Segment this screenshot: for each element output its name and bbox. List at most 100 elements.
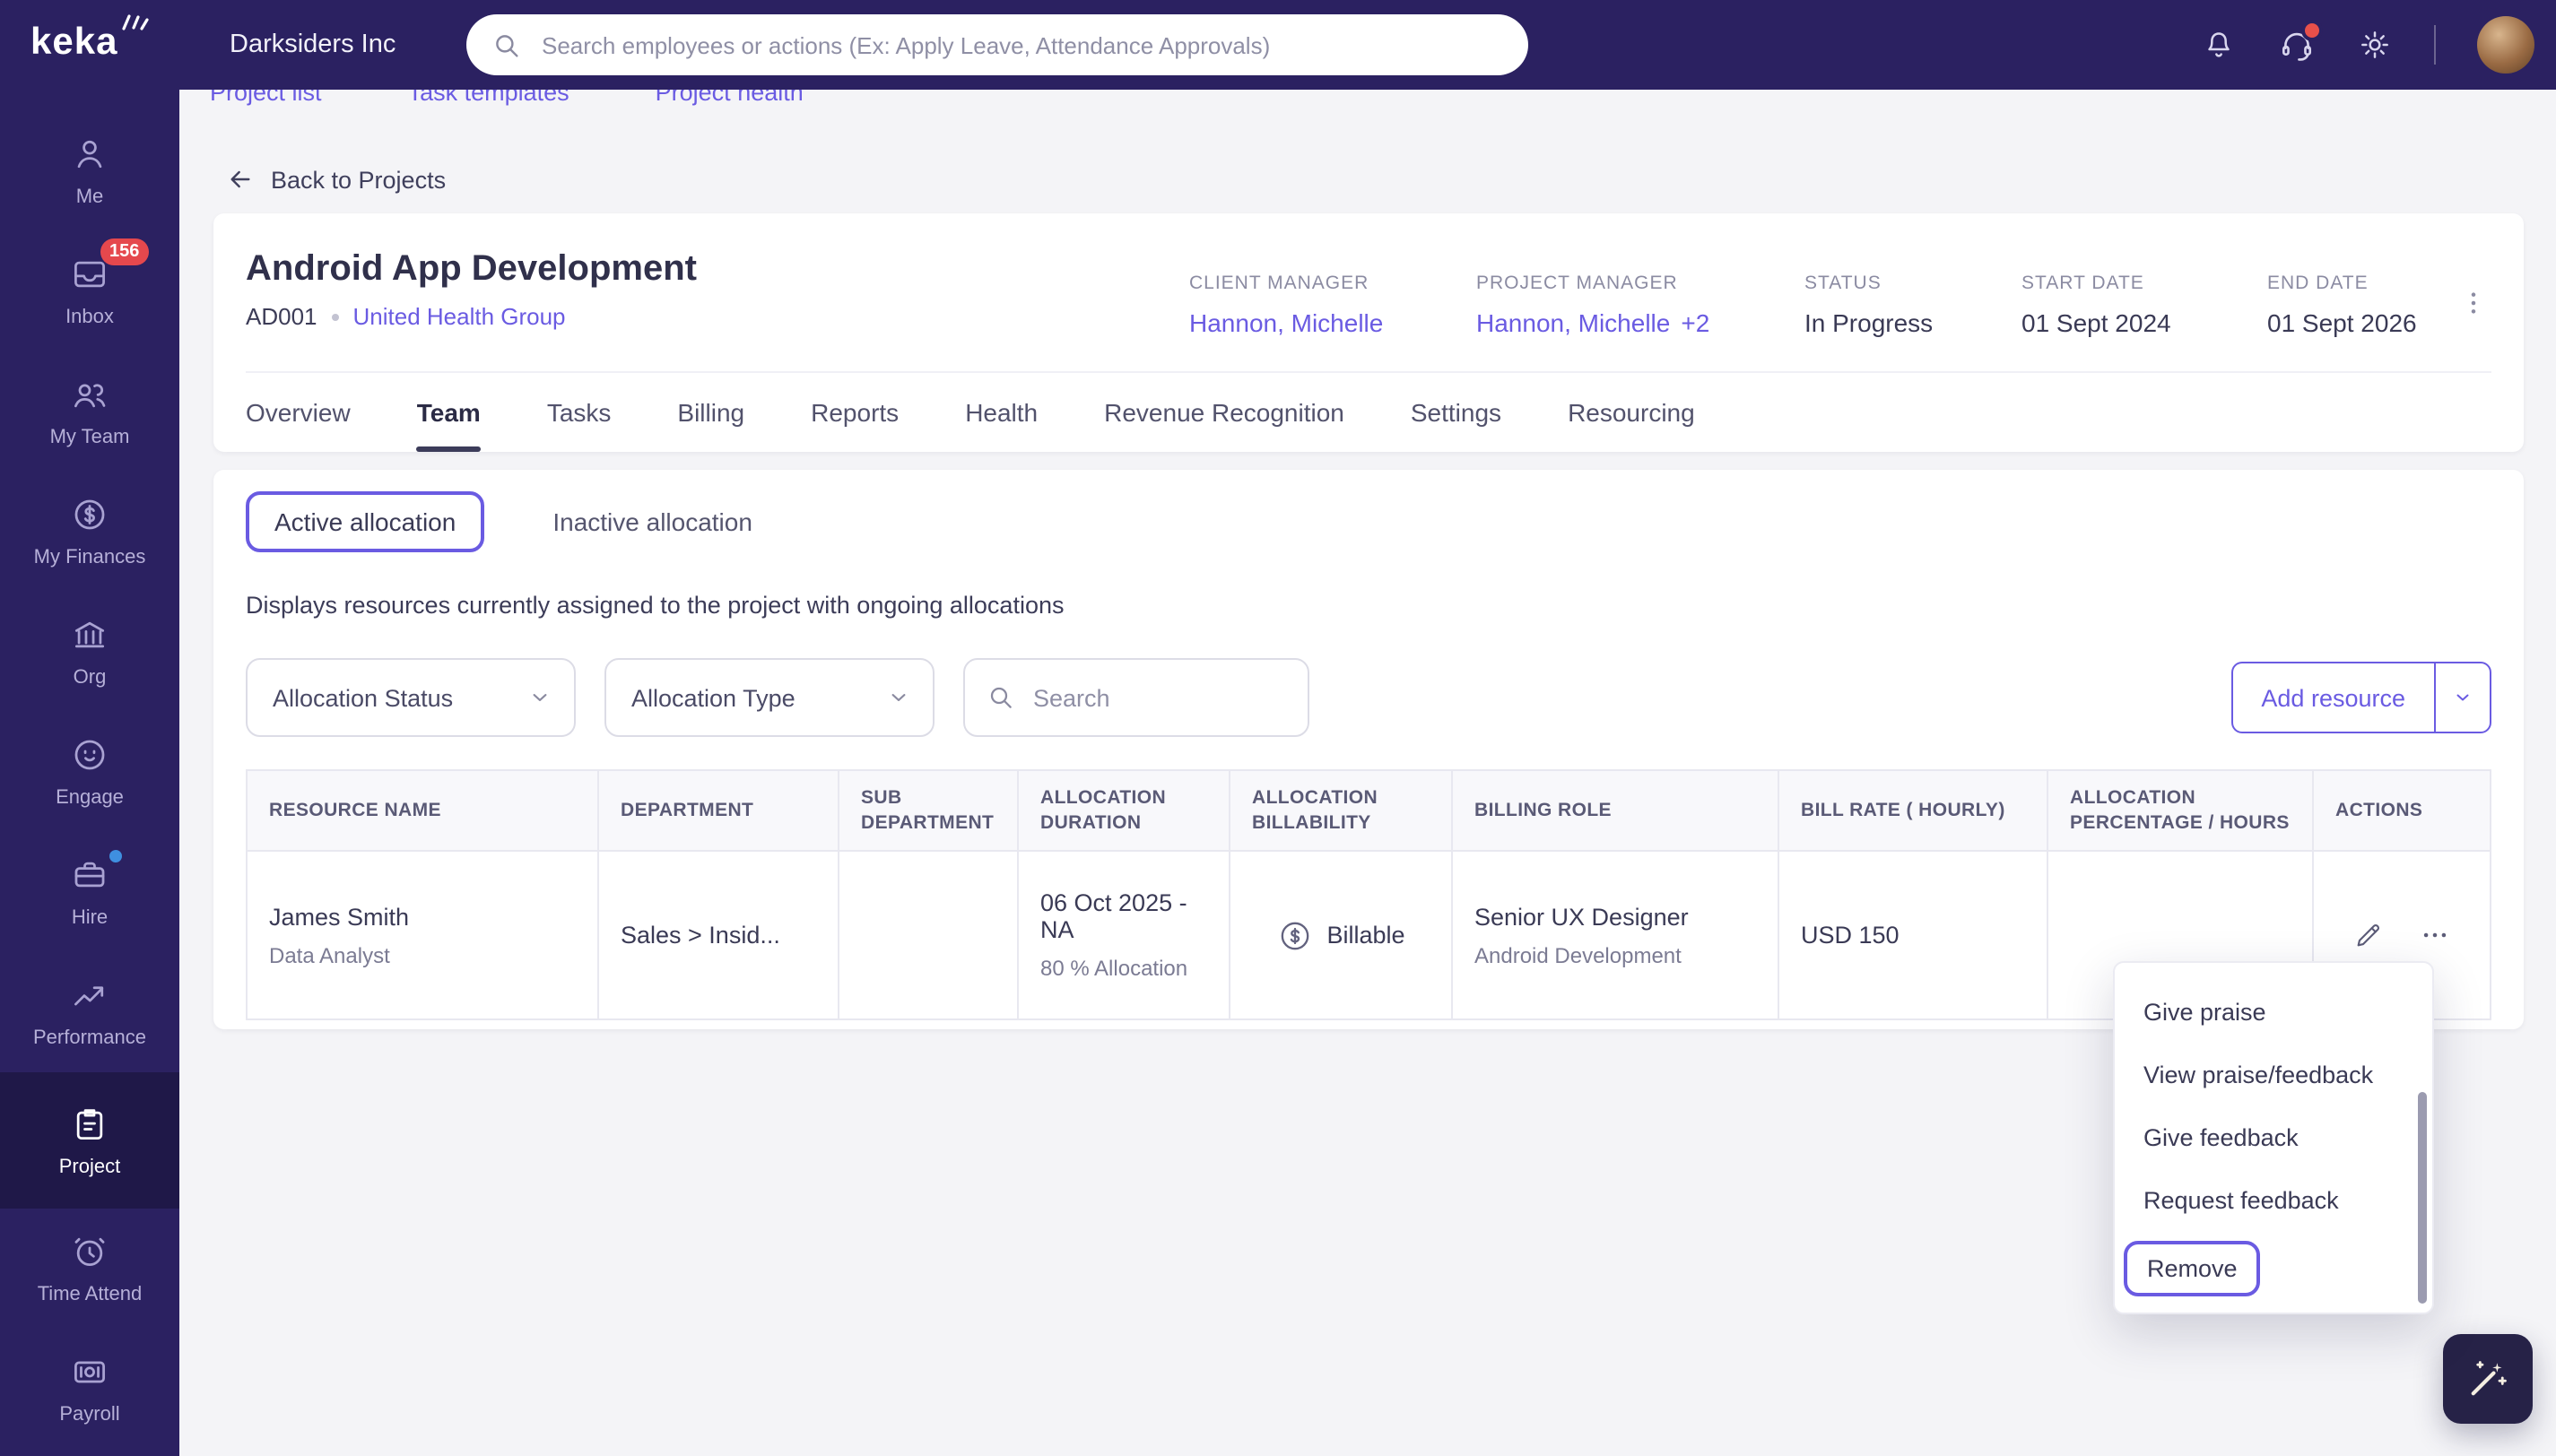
cell-billability: Billable bbox=[1230, 852, 1453, 1018]
sidebar-item-performance[interactable]: Performance bbox=[0, 952, 179, 1072]
tab-resourcing[interactable]: Resourcing bbox=[1568, 373, 1695, 452]
pencil-icon bbox=[2357, 923, 2380, 947]
cell-billing-role: Senior UX Designer Android Development bbox=[1453, 852, 1779, 1018]
helpdesk-button[interactable] bbox=[2278, 19, 2323, 64]
project-manager-link[interactable]: Hannon, Michelle bbox=[1476, 308, 1670, 337]
engage-icon bbox=[70, 735, 109, 775]
tab-health[interactable]: Health bbox=[965, 373, 1038, 452]
keka-logo[interactable]: keka bbox=[30, 14, 149, 68]
more-managers-link[interactable]: +2 bbox=[1681, 308, 1709, 337]
edit-button[interactable] bbox=[2353, 920, 2384, 950]
resource-name[interactable]: James Smith bbox=[269, 903, 409, 930]
sidebar-item-time-attend[interactable]: Time Attend bbox=[0, 1209, 179, 1329]
logo-rays-icon bbox=[120, 11, 149, 32]
sidebar-item-my-team[interactable]: My Team bbox=[0, 351, 179, 472]
menu-scrollbar[interactable] bbox=[2418, 1092, 2427, 1304]
field-client-manager: CLIENT MANAGER Hannon, Michelle bbox=[1189, 273, 1383, 337]
allocation-status-select[interactable]: Allocation Status bbox=[246, 658, 576, 737]
sidebar-item-my-finances[interactable]: My Finances bbox=[0, 472, 179, 592]
tab-team[interactable]: Team bbox=[416, 373, 481, 452]
project-options-button[interactable] bbox=[2452, 282, 2495, 325]
global-search-input[interactable] bbox=[538, 30, 1503, 60]
sidebar-item-label: Engage bbox=[56, 787, 124, 809]
tab-settings[interactable]: Settings bbox=[1411, 373, 1501, 452]
menu-item-give-feedback[interactable]: Give feedback bbox=[2115, 1106, 2432, 1169]
dollar-circle-icon bbox=[1276, 917, 1312, 953]
tab-overview[interactable]: Overview bbox=[246, 373, 351, 452]
bill-rate-value: USD 150 bbox=[1801, 922, 1900, 949]
column-header: ALLOCATION PERCENTAGE / HOURS bbox=[2048, 771, 2314, 850]
add-resource-dropdown-button[interactable] bbox=[2434, 662, 2491, 733]
start-date-value: 01 Sept 2024 bbox=[2021, 308, 2171, 337]
back-link-label: Back to Projects bbox=[271, 166, 447, 193]
inbox-badge: 156 bbox=[100, 238, 149, 265]
team-icon bbox=[70, 375, 109, 414]
field-label: PROJECT MANAGER bbox=[1476, 273, 1678, 294]
field-start-date: START DATE 01 Sept 2024 bbox=[2021, 273, 2171, 337]
brand-name: keka bbox=[30, 22, 118, 63]
dots-horizontal-icon bbox=[2423, 932, 2447, 938]
sidebar-item-label: Time Attend bbox=[37, 1284, 143, 1305]
department-value: Sales > Insid... bbox=[621, 922, 780, 949]
column-header: ALLOCATION DURATION bbox=[1019, 771, 1230, 850]
menu-item-view-praise-feedback[interactable]: View praise/feedback bbox=[2115, 1044, 2432, 1106]
field-project-manager: PROJECT MANAGER Hannon, Michelle +2 bbox=[1476, 273, 1709, 337]
billing-project-value: Android Development bbox=[1474, 942, 1682, 967]
hire-notification-dot bbox=[109, 850, 122, 862]
column-header: BILLING ROLE bbox=[1453, 771, 1779, 850]
allocation-type-select[interactable]: Allocation Type bbox=[604, 658, 935, 737]
sidebar-item-payroll[interactable]: Payroll bbox=[0, 1329, 179, 1449]
avatar[interactable] bbox=[2477, 16, 2534, 74]
search-icon bbox=[491, 30, 522, 60]
filter-row: Allocation Status Allocation Type Search… bbox=[246, 658, 2491, 737]
allocation-status-label: Allocation Status bbox=[273, 684, 454, 711]
cell-resource-name: James Smith Data Analyst bbox=[248, 852, 599, 1018]
remove-label: Remove bbox=[2124, 1240, 2261, 1296]
menu-item-request-feedback[interactable]: Request feedback bbox=[2115, 1169, 2432, 1232]
table-search bbox=[963, 658, 1309, 737]
duration-value: 06 Oct 2025 - NA bbox=[1040, 889, 1187, 943]
ai-assistant-button[interactable] bbox=[2443, 1334, 2533, 1424]
sidebar-item-label: Payroll bbox=[59, 1404, 120, 1426]
cell-allocation-duration: 06 Oct 2025 - NA 80 % Allocation bbox=[1019, 852, 1230, 1018]
tab-revenue-recognition[interactable]: Revenue Recognition bbox=[1104, 373, 1344, 452]
tab-inactive-allocation[interactable]: Inactive allocation bbox=[552, 507, 752, 536]
allocation-description: Displays resources currently assigned to… bbox=[246, 592, 1065, 619]
gear-icon bbox=[2361, 31, 2388, 58]
helpdesk-notification-dot bbox=[2301, 19, 2323, 40]
allocation-percent: 80 % Allocation bbox=[1040, 956, 1188, 981]
status-value: In Progress bbox=[1804, 308, 1934, 337]
sidebar: Me 156 Inbox My Team My Finances Org Eng… bbox=[0, 90, 179, 1456]
menu-item-remove[interactable]: Remove bbox=[2115, 1232, 2432, 1304]
menu-item-give-praise[interactable]: Give praise bbox=[2115, 981, 2432, 1044]
sidebar-item-hire[interactable]: Hire bbox=[0, 832, 179, 952]
tab-active-allocation[interactable]: Active allocation bbox=[246, 491, 485, 552]
settings-button[interactable] bbox=[2357, 27, 2393, 63]
tab-reports[interactable]: Reports bbox=[811, 373, 899, 452]
search-input[interactable] bbox=[1030, 682, 1290, 713]
cell-department: Sales > Insid... bbox=[599, 852, 839, 1018]
sidebar-item-inbox[interactable]: 156 Inbox bbox=[0, 231, 179, 351]
project-meta: AD001 United Health Group bbox=[246, 303, 2524, 330]
tab-tasks[interactable]: Tasks bbox=[547, 373, 612, 452]
client-link[interactable]: United Health Group bbox=[353, 303, 566, 330]
back-to-projects-link[interactable]: Back to Projects bbox=[226, 165, 446, 194]
column-header: DEPARTMENT bbox=[599, 771, 839, 850]
sidebar-item-me[interactable]: Me bbox=[0, 111, 179, 231]
sidebar-item-org[interactable]: Org bbox=[0, 592, 179, 712]
more-actions-button[interactable] bbox=[2420, 920, 2450, 950]
org-icon bbox=[70, 615, 109, 654]
sidebar-item-label: Inbox bbox=[65, 307, 114, 328]
project-header-card: Android App Development AD001 United Hea… bbox=[213, 213, 2524, 452]
notifications-button[interactable] bbox=[2201, 27, 2237, 63]
sidebar-item-engage[interactable]: Engage bbox=[0, 712, 179, 832]
client-manager-link[interactable]: Hannon, Michelle bbox=[1189, 308, 1383, 337]
tab-billing[interactable]: Billing bbox=[677, 373, 744, 452]
sidebar-item-project[interactable]: Project bbox=[0, 1072, 179, 1209]
add-resource-button[interactable]: Add resource bbox=[2230, 662, 2434, 733]
field-end-date: END DATE 01 Sept 2026 bbox=[2267, 273, 2417, 337]
sidebar-item-label: My Team bbox=[49, 427, 130, 448]
company-name: Darksiders Inc bbox=[230, 30, 396, 59]
column-header: ALLOCATION BILLABILITY bbox=[1230, 771, 1453, 850]
sidebar-item-label: Project bbox=[58, 1156, 121, 1177]
